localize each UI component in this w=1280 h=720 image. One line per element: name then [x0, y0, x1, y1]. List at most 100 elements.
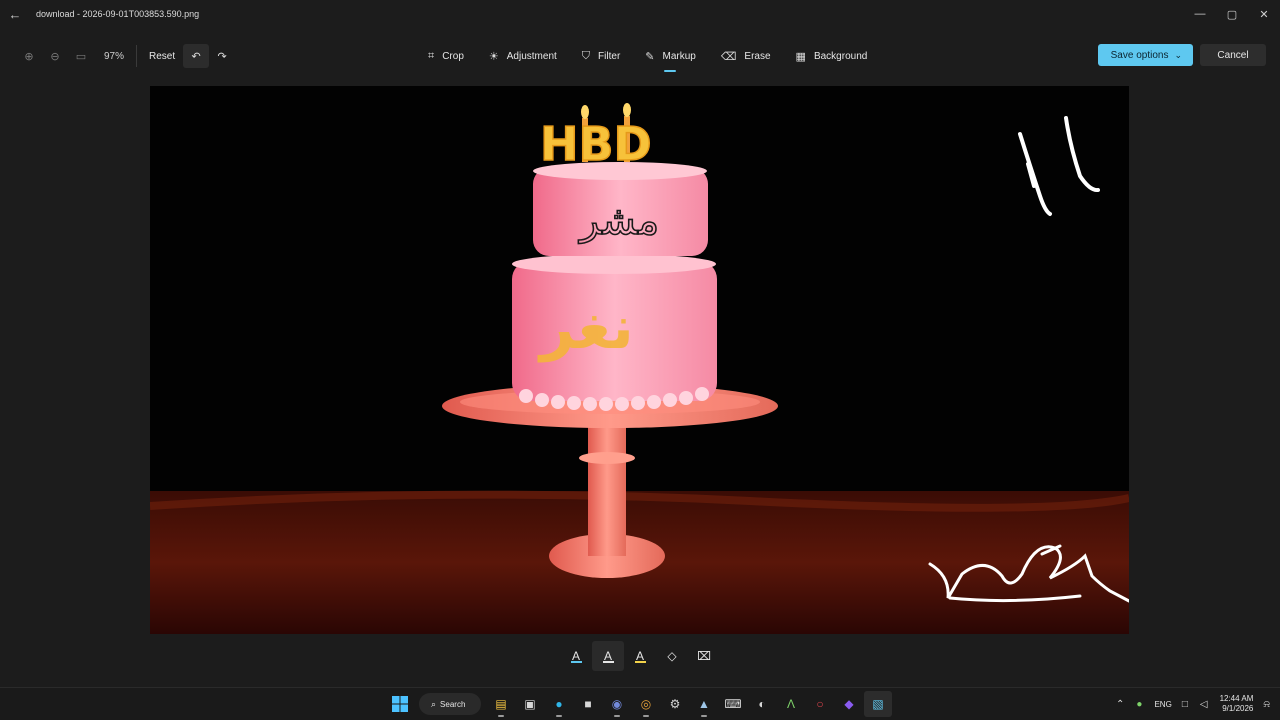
taskbar-app-epic-games[interactable]: ■ [574, 691, 602, 717]
redo-button[interactable]: ↷ [209, 44, 235, 68]
maximize-icon: ▢ [1226, 8, 1238, 21]
background-icon: ▦ [795, 50, 806, 63]
edit-tools: ⌗ Crop ☀ Adjustment ⛉ Filter ✎ Markup ⌫ Erase… [420, 44, 884, 72]
minimize-icon: — [1194, 8, 1206, 20]
arrow-left-icon: ← [8, 6, 22, 22]
image-canvas[interactable]: HBD مشر نغر [150, 86, 1129, 634]
cake-text-hbd: HBD [540, 117, 652, 171]
chrome-icon: ◎ [640, 697, 652, 711]
tab-markup[interactable]: ✎ Markup [637, 44, 704, 72]
tool-label: Crop [442, 50, 464, 62]
photos-icon: ▧ [872, 697, 884, 711]
clear-all-icon: ⌧ [697, 649, 711, 663]
pen-icon: ✎ [645, 50, 655, 63]
pen-color-swatch [603, 661, 614, 663]
tab-adjustment[interactable]: ☀ Adjustment [481, 44, 565, 68]
edge-icon: ● [555, 697, 563, 711]
window-controls: — ▢ ✕ [1184, 0, 1280, 28]
maximize-button[interactable]: ▢ [1216, 0, 1248, 28]
taskbar-app-opera[interactable]: ○ [806, 691, 834, 717]
copilot-icon: ◐ [758, 697, 766, 711]
tab-background[interactable]: ▦ Background [788, 44, 876, 68]
reset-button[interactable]: Reset [141, 51, 183, 62]
zoom-in-button[interactable]: ⊕ [16, 44, 42, 68]
taskbar-app-copilot[interactable]: ◐ [748, 691, 776, 717]
fit-to-window-icon: ▭ [75, 50, 87, 63]
taskbar-app-discord[interactable]: ◉ [603, 691, 631, 717]
save-options-button[interactable]: Save options ⌄ [1097, 44, 1193, 66]
eraser-icon: ◇ [667, 649, 677, 663]
zoom-out-button[interactable]: ⊖ [42, 44, 68, 68]
filter-icon: ⛉ [581, 49, 591, 62]
opera-icon: ○ [816, 697, 824, 711]
cake-painting: HBD مشر نغر [150, 86, 1129, 634]
undo-icon: ↶ [191, 50, 201, 63]
highlighter-button[interactable]: A [624, 641, 656, 671]
system-tray: ⌃ ● ENG □ ◁ 12:44 AM 9/1/2026 ⍾ [1116, 691, 1270, 717]
divider [136, 45, 137, 67]
notification-bell-icon[interactable]: ⍾ [1263, 699, 1270, 710]
tool-label: Filter [598, 50, 621, 62]
cake-text-bottom-tier: نغر [537, 293, 634, 363]
clear-all-button[interactable]: ⌧ [688, 641, 720, 671]
taskbar-app-store[interactable]: ▣ [516, 691, 544, 717]
pen-color-swatch [635, 661, 646, 663]
back-button[interactable]: ← [0, 0, 30, 28]
chevron-up-icon[interactable]: ⌃ [1116, 699, 1124, 710]
taskbar-app-chrome[interactable]: ◎ [632, 691, 660, 717]
redo-icon: ↷ [217, 50, 227, 63]
keyboard-icon: ⌨ [724, 697, 742, 711]
taskbar: ⌕ Search ▤ ▣ ● ■ ◉ ◎ ⚙ ▲ ⌨ ◐ Λ ○ ◆ ▧ ⌃ ● … [0, 687, 1280, 720]
tool-label: Adjustment [506, 50, 557, 62]
minimize-button[interactable]: — [1184, 0, 1216, 28]
microphone-icon[interactable]: ● [1136, 699, 1142, 710]
start-button[interactable] [386, 691, 414, 717]
clock[interactable]: 12:44 AM 9/1/2026 [1220, 694, 1254, 714]
steam-icon: ▲ [698, 697, 710, 711]
fit-to-window-button[interactable]: ▭ [68, 44, 94, 68]
close-button[interactable]: ✕ [1248, 0, 1280, 28]
discord-icon: ◉ [611, 697, 623, 711]
stand-stem [588, 426, 626, 556]
taskbar-app-purple[interactable]: ◆ [835, 691, 863, 717]
taskbar-app-edge[interactable]: ● [545, 691, 573, 717]
markup-pen-bar: A A A ◇ ⌧ [560, 640, 720, 672]
tab-filter[interactable]: ⛉ Filter [574, 44, 628, 68]
eraser-icon: ⌫ [720, 50, 737, 63]
tool-label: Erase [744, 50, 771, 62]
brightness-icon: ☀ [488, 50, 499, 63]
action-buttons: Save options ⌄ Cancel [1097, 44, 1266, 66]
tool-label: Markup [662, 50, 696, 62]
taskbar-app-file-explorer[interactable]: ▤ [487, 691, 515, 717]
zoom-controls: ⊕ ⊖ ▭ 97% Reset ↶ ↷ [16, 44, 235, 68]
title-bar: ← download - 2026-09-01T003853.590.png —… [0, 0, 1280, 28]
undo-button[interactable]: ↶ [183, 44, 210, 68]
clock-date: 9/1/2026 [1222, 704, 1254, 713]
folder-icon: ▤ [495, 697, 507, 711]
epic-games-icon: ■ [584, 697, 592, 711]
save-label: Save options [1110, 49, 1169, 61]
taskbar-app-steam[interactable]: ▲ [690, 691, 718, 717]
taskbar-apps: ⌕ Search ▤ ▣ ● ■ ◉ ◎ ⚙ ▲ ⌨ ◐ Λ ○ ◆ ▧ [386, 691, 893, 717]
cake-text-top-tier: مشر [578, 198, 659, 244]
taskbar-app-photos[interactable]: ▧ [864, 691, 892, 717]
taskbar-app-keyboard[interactable]: ⌨ [719, 691, 747, 717]
tab-crop[interactable]: ⌗ Crop [420, 44, 472, 68]
language-indicator[interactable]: ENG [1154, 700, 1171, 709]
ballpoint-pen-button[interactable]: A [560, 641, 592, 671]
network-icon[interactable]: □ [1182, 699, 1188, 710]
pencil-button[interactable]: A [592, 641, 624, 671]
taskbar-search[interactable]: ⌕ Search [419, 693, 481, 715]
store-icon: ▣ [524, 697, 536, 711]
eraser-button[interactable]: ◇ [656, 641, 688, 671]
diamond-icon: ◆ [844, 697, 854, 711]
taskbar-app-green[interactable]: Λ [777, 691, 805, 717]
taskbar-app-settings[interactable]: ⚙ [661, 691, 689, 717]
cancel-button[interactable]: Cancel [1200, 44, 1266, 66]
chevron-down-icon: ⌄ [1174, 49, 1182, 60]
tab-erase[interactable]: ⌫ Erase [713, 44, 779, 68]
volume-icon[interactable]: ◁ [1200, 699, 1208, 710]
windows-icon [392, 696, 408, 712]
window-title: download - 2026-09-01T003853.590.png [36, 9, 200, 19]
tool-label: Background [813, 50, 868, 62]
